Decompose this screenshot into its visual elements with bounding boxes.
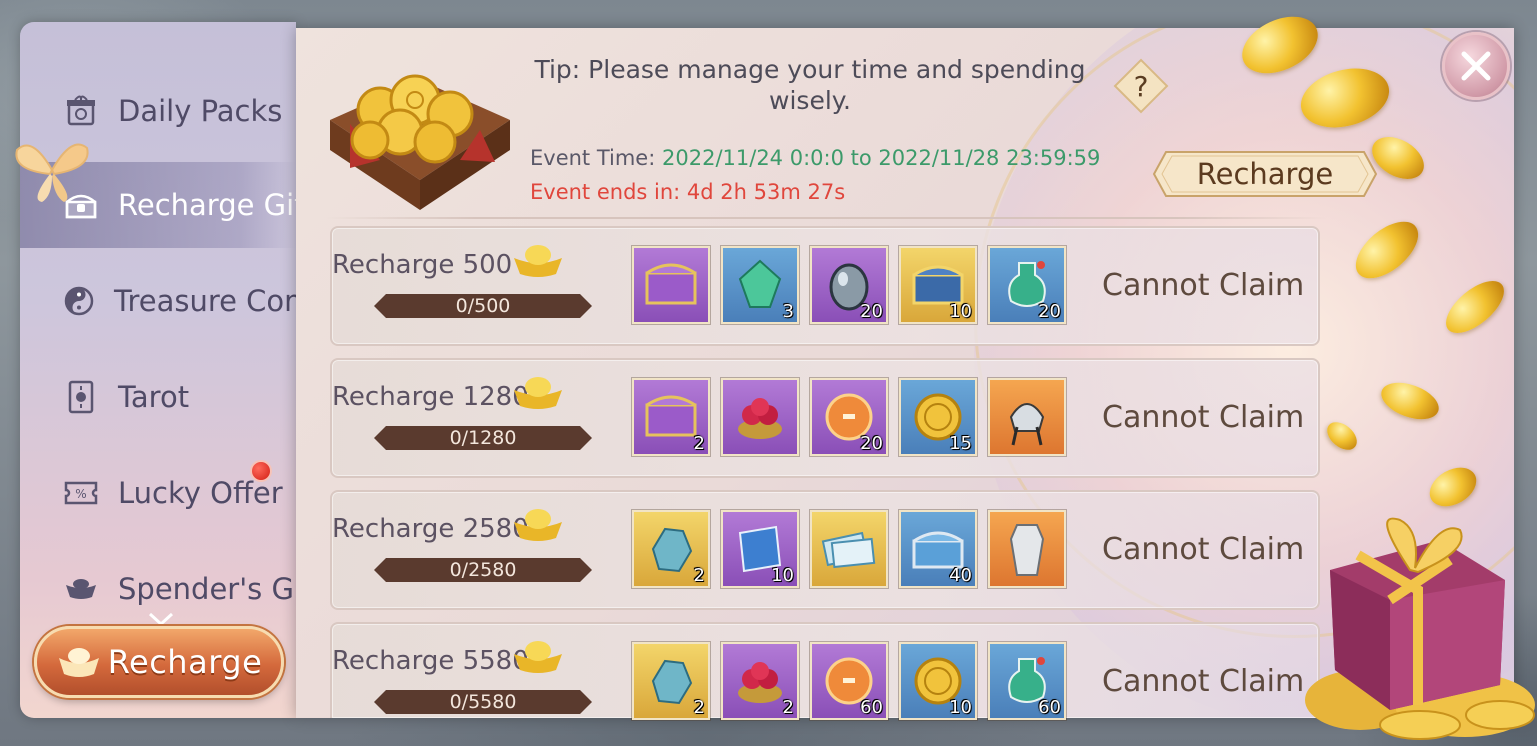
purple-chest-icon (645, 395, 697, 437)
claim-status[interactable]: Cannot Claim (1102, 664, 1304, 699)
reward-item[interactable] (721, 378, 799, 456)
blue-crystal-icon (651, 659, 693, 705)
sidebar-item-lucky-offer[interactable]: % Lucky Offer (20, 450, 296, 536)
event-time-value: 2022/11/24 0:0:0 to 2022/11/28 23:59:59 (662, 146, 1101, 170)
reward-list: 2 20 15 (632, 378, 1066, 456)
gold-ingot-icon (514, 641, 562, 673)
claim-status[interactable]: Cannot Claim (1102, 268, 1304, 303)
reward-list: 2 2 60 10 60 (632, 642, 1066, 720)
reward-item[interactable]: 2 (632, 378, 710, 456)
fruit-bowl-icon (738, 662, 782, 703)
sidebar-recharge-button[interactable]: Recharge (34, 626, 284, 698)
sidebar-item-label: Treasure Compass (114, 284, 296, 318)
recharge-tier-row: Recharge 5580 0/5580 2 2 60 10 60 Cannot… (330, 622, 1320, 720)
gift-box-icon (1305, 517, 1535, 740)
help-icon: ? (1134, 70, 1149, 103)
reward-item[interactable]: 3 (721, 246, 799, 324)
progress-bar: 0/500 (374, 294, 592, 318)
recharge-label: Recharge (107, 643, 263, 681)
help-button[interactable]: ? (1112, 57, 1170, 115)
sidebar-item-label: Daily Packs (118, 94, 283, 128)
butterfly-icon (15, 143, 89, 202)
helmet-icon (1009, 403, 1045, 446)
svg-text:%: % (75, 487, 86, 501)
blue-crystal-icon (651, 527, 693, 573)
sidebar: Daily Packs Recharge Gift Treasure Compa… (20, 22, 296, 718)
reward-list: 3 20 10 20 (632, 246, 1066, 324)
sidebar-item-treasure-compass[interactable]: Treasure Compass (20, 258, 296, 344)
notification-dot (250, 460, 272, 482)
recharge-tier-row: Recharge 500 0/500 3 20 10 20 Cannot Cla… (330, 226, 1320, 346)
divider (326, 217, 1326, 219)
event-countdown: Event ends in: 4d 2h 53m 27s (530, 180, 846, 204)
progress-bar: 0/2580 (374, 558, 592, 582)
progress-bar: 0/5580 (374, 690, 592, 714)
reward-item[interactable] (988, 378, 1066, 456)
reward-item[interactable]: 20 (810, 378, 888, 456)
reward-item[interactable]: 60 (988, 642, 1066, 720)
tier-label: Recharge 1280 (332, 382, 529, 412)
event-time: Event Time: 2022/11/24 0:0:0 to 2022/11/… (530, 146, 1100, 170)
coupon-icon: % (64, 476, 98, 510)
reward-item[interactable]: 2 (632, 510, 710, 588)
armor-icon (1009, 524, 1045, 576)
reward-item[interactable]: 10 (899, 642, 977, 720)
event-time-label: Event Time: (530, 146, 656, 170)
close-icon (1461, 51, 1491, 81)
tier-label: Recharge 500 (332, 250, 513, 280)
reward-item[interactable] (810, 510, 888, 588)
reward-item[interactable]: 15 (899, 378, 977, 456)
reward-item[interactable] (988, 510, 1066, 588)
tip-text: Tip: Please manage your time and spendin… (534, 55, 1086, 115)
gift-box-icon (64, 94, 98, 128)
tickets-icon (821, 531, 876, 569)
tarot-card-icon (64, 380, 98, 414)
recharge-tier-row: Recharge 2580 0/2580 2 10 40 Cannot Clai… (330, 490, 1320, 610)
fruit-bowl-icon (738, 398, 782, 439)
ingot-icon (58, 648, 99, 677)
claim-status[interactable]: Cannot Claim (1102, 400, 1304, 435)
reward-item[interactable]: 40 (899, 510, 977, 588)
sidebar-item-tarot[interactable]: Tarot (20, 354, 296, 440)
tier-label: Recharge 2580 (332, 514, 529, 544)
green-gem-icon (738, 259, 782, 308)
purple-chest-icon (645, 263, 697, 305)
reward-item[interactable] (632, 246, 710, 324)
recharge-button[interactable]: Recharge (1152, 150, 1378, 198)
sidebar-item-label: Recharge Gift (118, 188, 296, 222)
ingot-icon (64, 572, 98, 606)
gold-ingot-icon (514, 509, 562, 541)
chevron-down-icon[interactable] (148, 612, 174, 626)
sidebar-item-label: Spender's Gift (118, 572, 296, 606)
recharge-tier-row: Recharge 1280 0/1280 2 20 15 Cannot Clai… (330, 358, 1320, 478)
gold-ingot-icon (514, 377, 562, 409)
close-button[interactable] (1442, 32, 1510, 100)
reward-item[interactable]: 10 (721, 510, 799, 588)
reward-item[interactable]: 10 (899, 246, 977, 324)
sidebar-item-label: Tarot (118, 380, 190, 414)
reward-item[interactable]: 60 (810, 642, 888, 720)
progress-bar: 0/1280 (374, 426, 592, 450)
reward-item[interactable]: 20 (988, 246, 1066, 324)
tier-label: Recharge 5580 (332, 646, 529, 676)
yin-yang-icon (64, 284, 94, 318)
gold-ingot-icon (514, 245, 562, 277)
reward-list: 2 10 40 (632, 510, 1066, 588)
reward-item[interactable]: 2 (632, 642, 710, 720)
reward-item[interactable]: 2 (721, 642, 799, 720)
reward-item[interactable]: 20 (810, 246, 888, 324)
claim-status[interactable]: Cannot Claim (1102, 532, 1304, 567)
coin-chest-icon (330, 74, 510, 210)
recharge-label: Recharge (1196, 157, 1334, 191)
